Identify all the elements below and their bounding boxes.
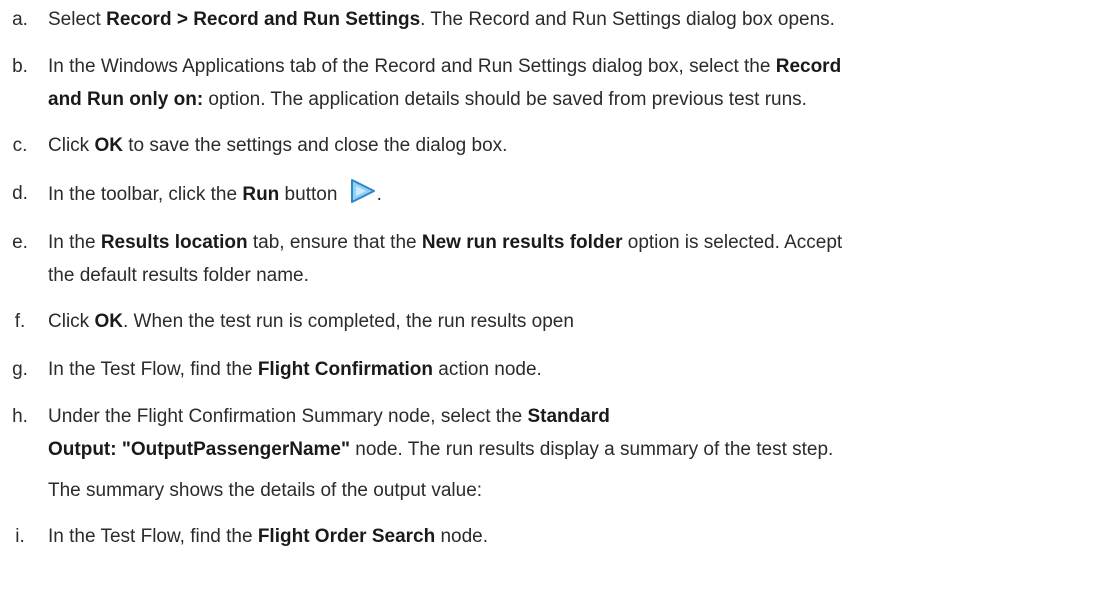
step-text-emphasis: Output: "OutputPassengerName"	[48, 439, 350, 460]
step-text: Click	[48, 311, 95, 332]
step-text: Under the Flight Confirmation Summary no…	[48, 406, 528, 427]
step-letter: c.	[12, 135, 28, 156]
step-text: In the Test Flow, find the	[48, 526, 258, 547]
step-text: node. The run results display a summary …	[350, 439, 834, 460]
step-text: tab, ensure that the	[247, 232, 422, 253]
run-icon	[350, 179, 375, 203]
step-text-line: The summary shows the details of the out…	[48, 475, 1093, 507]
step-text: option is selected. Accept	[622, 232, 843, 253]
step-letter: b.	[12, 56, 28, 77]
step-letter: e.	[12, 232, 28, 253]
step-text-emphasis: OK	[94, 311, 123, 332]
step-text-line: In the Windows Applications tab of the R…	[48, 51, 1093, 83]
step-letter: d.	[12, 183, 28, 204]
step-text: option. The application details should b…	[203, 89, 807, 110]
step-text: In the	[48, 232, 101, 253]
step-text-emphasis: Flight Confirmation	[257, 359, 434, 380]
step-text-line: In the toolbar, click the Run button .	[48, 178, 1093, 211]
step-letter: f.	[14, 311, 26, 332]
step-text-emphasis: Record > Record and Run Settings	[106, 9, 421, 30]
step-text-emphasis: and Run only on:	[48, 89, 204, 110]
step-text-emphasis: Standard	[527, 406, 610, 427]
step-text-line: and Run only on: option. The application…	[48, 84, 1093, 116]
step-text: Click	[48, 135, 95, 156]
step-text: button	[279, 184, 343, 205]
step-letter: a.	[12, 9, 28, 30]
step-text-line: Under the Flight Confirmation Summary no…	[48, 401, 1093, 433]
step-text-line: In the Results location tab, ensure that…	[48, 227, 1093, 259]
step-text: Select	[48, 9, 107, 30]
step-text-line: In the Test Flow, find the Flight Order …	[48, 521, 1093, 553]
step-text-emphasis: Run	[242, 184, 280, 205]
step-text-line: Select Record > Record and Run Settings.…	[48, 4, 1093, 36]
step-text: the default results folder name.	[48, 265, 309, 286]
step-text-line: In the Test Flow, find the Flight Confir…	[48, 354, 1093, 386]
step-text-emphasis: Flight Order Search	[257, 526, 436, 547]
step-letter: g.	[12, 359, 28, 380]
step-letter: i.	[15, 526, 25, 547]
step-text: In the Windows Applications tab of the R…	[48, 56, 776, 77]
step-text-line: Output: "OutputPassengerName" node. The …	[48, 434, 1093, 466]
step-text-emphasis: New run results folder	[421, 232, 623, 253]
step-text-emphasis: Record	[775, 56, 842, 77]
step-text: to save the settings and close the dialo…	[122, 135, 508, 156]
step-text-emphasis: OK	[94, 135, 123, 156]
step-text: In the toolbar, click the	[48, 184, 243, 205]
step-text-line: Click OK to save the settings and close …	[48, 130, 1093, 162]
step-letter: h.	[12, 406, 28, 427]
step-text: . When the test run is completed, the ru…	[122, 311, 574, 332]
step-text-line: Click OK. When the test run is completed…	[48, 306, 1093, 338]
step-text: node.	[435, 526, 489, 547]
step-text-emphasis: Results location	[100, 232, 248, 253]
step-text: action node.	[433, 359, 542, 380]
step-text: . The Record and Run Settings dialog box…	[420, 9, 835, 30]
step-text: The summary shows the details of the out…	[48, 480, 483, 501]
step-text-line: the default results folder name.	[48, 260, 1093, 292]
step-text: In the Test Flow, find the	[48, 359, 258, 380]
step-text: .	[376, 184, 382, 205]
